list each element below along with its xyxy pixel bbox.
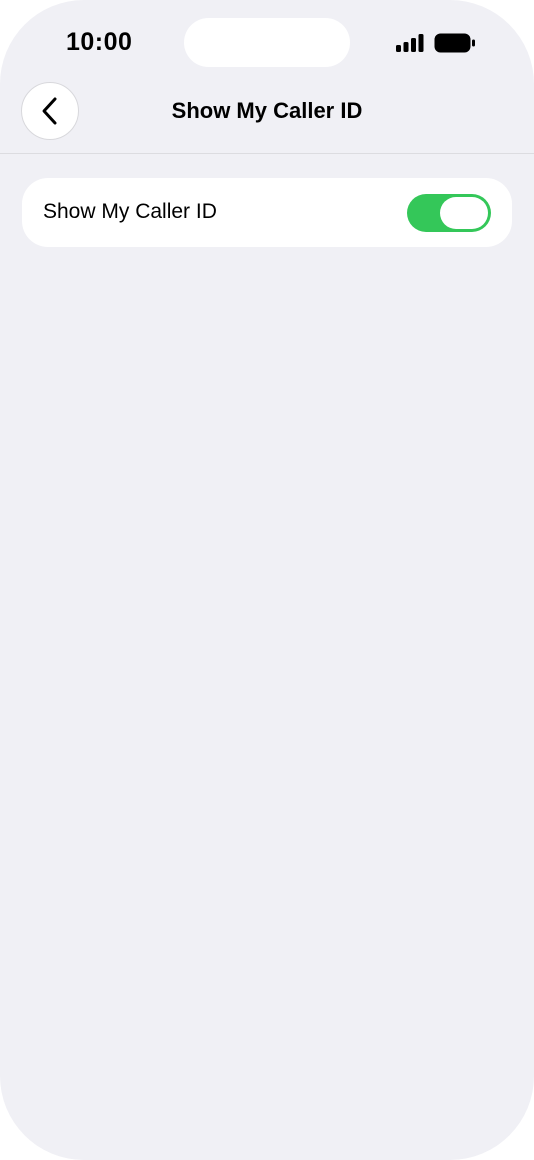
settings-card: Show My Caller ID [22, 178, 512, 247]
navigation-bar: Show My Caller ID [0, 80, 534, 154]
cellular-signal-icon [396, 34, 424, 52]
status-time: 10:00 [66, 28, 133, 56]
show-caller-id-label: Show My Caller ID [43, 200, 217, 223]
battery-full-icon [434, 33, 475, 53]
page-title: Show My Caller ID [171, 98, 363, 123]
toggle-knob [440, 197, 488, 229]
show-caller-id-toggle[interactable] [407, 194, 491, 232]
phone-screen: 10:00 Show My Caller ID Show My Caller I… [0, 0, 534, 1160]
status-bar: 10:00 [0, 0, 534, 80]
dynamic-island [184, 18, 350, 67]
